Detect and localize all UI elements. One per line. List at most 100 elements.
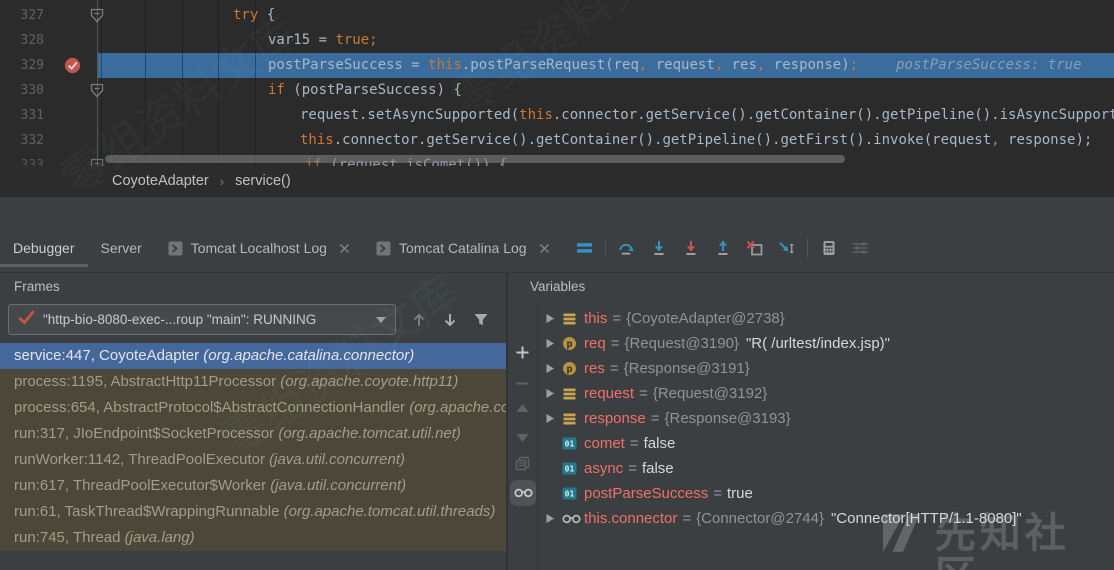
breadcrumb-method[interactable]: service() xyxy=(235,173,291,189)
variable-row[interactable]: 01comet=false xyxy=(539,431,1114,456)
code-editor[interactable]: 327try {328var15 = true;329postParseSucc… xyxy=(0,0,1114,166)
force-step-into-button[interactable] xyxy=(682,240,699,257)
move-watch-up-button[interactable] xyxy=(515,401,530,416)
tab-debugger[interactable]: Debugger xyxy=(0,225,88,271)
filter-frames-button[interactable] xyxy=(473,312,489,327)
trace-settings-button[interactable] xyxy=(852,240,869,257)
tab-tomcat-catalina-log[interactable]: Tomcat Catalina Log xyxy=(363,225,563,271)
frame-location: process:654, AbstractProtocol$AbstractCo… xyxy=(14,399,409,416)
svg-text:01: 01 xyxy=(565,465,575,474)
remove-watch-button[interactable] xyxy=(515,376,530,391)
frame-package: (org.apache.tomcat.util.net) xyxy=(278,425,461,442)
fold-marker-icon[interactable] xyxy=(90,83,104,98)
variable-value-ref: {Response@3191} xyxy=(624,360,750,377)
stack-frame-row[interactable]: run:617, ThreadPoolExecutor$Worker (java… xyxy=(0,473,506,499)
variable-name: request xyxy=(584,385,634,402)
code-token: this xyxy=(519,107,553,123)
show-execution-point-button[interactable] xyxy=(576,240,593,257)
code-line: 328var15 = true; xyxy=(0,28,1114,53)
breadcrumb-separator-icon: › xyxy=(220,174,224,189)
editor-horizontal-scrollbar[interactable] xyxy=(105,155,845,163)
next-frame-button[interactable] xyxy=(442,312,458,328)
drop-frame-button[interactable] xyxy=(746,240,763,257)
variable-name: response xyxy=(584,410,646,427)
move-watch-down-button[interactable] xyxy=(515,430,530,445)
duplicate-watch-button[interactable] xyxy=(515,456,530,471)
stack-frame-row[interactable]: run:745, Thread (java.lang) xyxy=(0,525,506,551)
stack-frame-row[interactable]: run:61, TaskThread$WrappingRunnable (org… xyxy=(0,499,506,525)
close-icon[interactable] xyxy=(539,243,550,254)
line-number[interactable]: 332 xyxy=(0,128,44,153)
variable-row[interactable]: 01postParseSuccess=true xyxy=(539,481,1114,506)
line-number[interactable]: 331 xyxy=(0,103,44,128)
equals-sign: = xyxy=(713,485,722,502)
variable-value-ref: {CoyoteAdapter@2738} xyxy=(626,310,785,327)
stack-frame-row[interactable]: service:447, CoyoteAdapter (org.apache.c… xyxy=(0,343,506,369)
primitive-icon: 01 xyxy=(562,487,584,500)
expand-arrow-icon[interactable] xyxy=(545,313,562,324)
line-number[interactable]: 327 xyxy=(0,3,44,28)
frame-location: service:447, CoyoteAdapter xyxy=(14,347,203,364)
code-text: if (postParseSuccess) { xyxy=(268,78,462,103)
expand-arrow-icon[interactable] xyxy=(545,513,562,524)
variable-name: res xyxy=(584,360,605,377)
equals-sign: = xyxy=(630,435,639,452)
step-over-button[interactable] xyxy=(618,240,635,257)
variable-row[interactable]: preq={Request@3190}"R( /urltest/index.js… xyxy=(539,331,1114,356)
step-over-icon xyxy=(618,240,635,256)
variable-value-string: "R( /urltest/index.jsp)" xyxy=(746,335,890,352)
expand-arrow-icon[interactable] xyxy=(545,338,562,349)
expand-arrow-icon[interactable] xyxy=(545,413,562,424)
primitive-icon: 01 xyxy=(562,437,584,450)
drop-frame-icon xyxy=(746,240,763,256)
svg-text:p: p xyxy=(566,364,572,375)
code-text: request.setAsyncSupported(this.connector… xyxy=(300,103,1114,128)
line-number[interactable]: 333 xyxy=(0,153,44,166)
thread-dropdown[interactable]: "http-bio-8080-exec-...roup "main": RUNN… xyxy=(8,304,396,335)
variable-value-ref: {Request@3190} xyxy=(624,335,739,352)
code-token: .connector.getService().getContainer().g… xyxy=(334,132,991,148)
tab-server[interactable]: Server xyxy=(88,225,155,271)
frame-location: run:617, ThreadPoolExecutor$Worker xyxy=(14,477,270,494)
step-out-button[interactable] xyxy=(714,240,731,257)
tab-tomcat-localhost-log[interactable]: Tomcat Localhost Log xyxy=(155,225,363,271)
add-watch-button[interactable] xyxy=(515,345,530,360)
stack-frame-row[interactable]: run:317, JIoEndpoint$SocketProcessor (or… xyxy=(0,421,506,447)
previous-frame-button[interactable] xyxy=(411,312,427,328)
line-number[interactable]: 328 xyxy=(0,28,44,53)
line-number[interactable]: 329 xyxy=(0,53,44,78)
stack-frame-row[interactable]: runWorker:1142, ThreadPoolExecutor (java… xyxy=(0,447,506,473)
fold-marker-icon[interactable] xyxy=(90,158,104,166)
stack-frame-row[interactable]: process:654, AbstractProtocol$AbstractCo… xyxy=(0,395,506,421)
ide-debugger-screen: 零组资料文库 零组资料文库 零组资料文库 327try {328var15 = … xyxy=(0,0,1114,570)
variable-row[interactable]: this.connector={Connector@2744}"Connecto… xyxy=(539,506,1114,531)
variable-row[interactable]: response={Response@3193} xyxy=(539,406,1114,431)
variable-row[interactable]: request={Request@3192} xyxy=(539,381,1114,406)
fold-marker-icon[interactable] xyxy=(90,8,104,23)
variable-row[interactable]: this = {CoyoteAdapter@2738} xyxy=(539,306,1114,331)
expand-arrow-icon[interactable] xyxy=(545,388,562,399)
line-number[interactable]: 330 xyxy=(0,78,44,103)
variable-row[interactable]: pres={Response@3191} xyxy=(539,356,1114,381)
evaluate-expression-button[interactable] xyxy=(820,240,837,257)
code-token: this xyxy=(300,132,334,148)
breakpoint-icon[interactable] xyxy=(64,57,81,74)
code-token: ; xyxy=(369,32,377,48)
close-icon[interactable] xyxy=(339,243,350,254)
show-watches-button[interactable] xyxy=(510,480,536,506)
equals-sign: = xyxy=(639,385,648,402)
tab-label: Server xyxy=(101,240,142,256)
code-token: response) xyxy=(765,57,849,73)
frame-location: run:745, Thread xyxy=(14,529,125,546)
run-to-cursor-icon xyxy=(778,240,795,256)
variable-name: this xyxy=(584,310,607,327)
tab-label: Tomcat Catalina Log xyxy=(399,240,527,256)
variable-row[interactable]: 01async=false xyxy=(539,456,1114,481)
run-to-cursor-button[interactable] xyxy=(778,240,795,257)
breadcrumb-class[interactable]: CoyoteAdapter xyxy=(112,173,209,189)
stack-frame-row[interactable]: process:1195, AbstractHttp11Processor (o… xyxy=(0,369,506,395)
equals-sign: = xyxy=(612,310,621,327)
expand-arrow-icon[interactable] xyxy=(545,363,562,374)
step-into-button[interactable] xyxy=(650,240,667,257)
variables-panel: Variables this={CoyoteAdapter@2738}preq=… xyxy=(508,273,1114,570)
